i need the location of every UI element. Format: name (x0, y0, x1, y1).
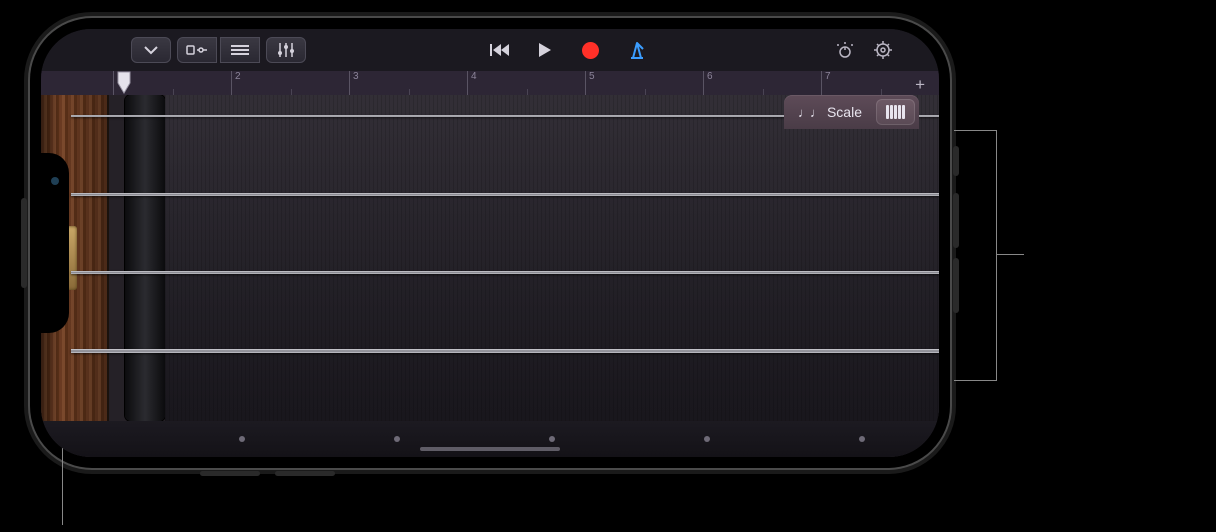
fret-cell (320, 421, 475, 457)
fret-dot-icon (239, 436, 245, 442)
bottom-grille-left (200, 471, 260, 476)
volume-down-button[interactable] (953, 258, 959, 313)
volume-up-button[interactable] (953, 193, 959, 248)
fret-cell (629, 421, 784, 457)
power-button[interactable] (21, 198, 27, 288)
note-mode-bar: ♩♩ Scale (784, 95, 919, 129)
callout-line (954, 380, 996, 381)
instrument-neck[interactable] (165, 95, 939, 421)
track-controls-button[interactable] (266, 37, 306, 63)
ruler-mark: 4 (467, 71, 585, 95)
rewind-icon (489, 43, 509, 57)
playhead-icon (117, 71, 131, 95)
play-icon (538, 42, 552, 58)
browser-button[interactable] (177, 37, 217, 63)
song-menu-button[interactable] (131, 37, 171, 63)
scale-icon: ♩♩ (798, 105, 822, 120)
fret-cell (784, 421, 939, 457)
master-effects-button[interactable] (829, 37, 861, 63)
list-icon (230, 44, 250, 56)
string-3[interactable] (71, 271, 939, 274)
scale-label: Scale (827, 104, 862, 120)
instrument-bridge (125, 95, 165, 421)
screen: 1 2 3 4 5 6 7 + ♩♩ Scale (41, 29, 939, 457)
go-to-start-button[interactable] (483, 37, 515, 63)
play-button[interactable] (529, 37, 561, 63)
string-2[interactable] (71, 193, 939, 196)
home-indicator[interactable] (420, 447, 560, 451)
song-settings-button[interactable] (867, 37, 899, 63)
callout-line (996, 254, 1024, 255)
device-notch (41, 153, 69, 333)
fret-cell (475, 421, 630, 457)
metronome-button[interactable] (621, 37, 653, 63)
control-bar (41, 29, 939, 71)
record-button[interactable] (575, 37, 607, 63)
view-button-group (177, 37, 260, 63)
scale-button[interactable]: ♩♩ Scale (788, 99, 872, 125)
callout-line (996, 130, 997, 381)
transport-controls (483, 37, 653, 63)
ruler-mark: 5 (585, 71, 703, 95)
keyboard-icon (886, 105, 905, 119)
gear-icon (873, 40, 893, 60)
keyboard-mode-button[interactable] (876, 99, 915, 125)
ruler-mark: 6 (703, 71, 821, 95)
browser-icon (186, 43, 208, 57)
bottom-grille-right (275, 471, 335, 476)
add-section-button[interactable]: + (915, 75, 925, 95)
metronome-icon (627, 41, 647, 59)
dial-icon (834, 41, 856, 59)
string-4[interactable] (71, 349, 939, 353)
fret-dot-icon (859, 436, 865, 442)
ruler-mark: 2 (231, 71, 349, 95)
tracks-view-button[interactable] (220, 37, 260, 63)
playhead[interactable] (117, 71, 131, 95)
ruler-mark: 3 (349, 71, 467, 95)
mixer-icon (277, 42, 295, 58)
callout-line (954, 130, 996, 131)
fret-dot-icon (394, 436, 400, 442)
phone-device-frame: 1 2 3 4 5 6 7 + ♩♩ Scale (30, 18, 950, 468)
fret-dot-icon (704, 436, 710, 442)
fret-marker-strip (41, 421, 939, 457)
fret-cell (165, 421, 320, 457)
chevron-down-icon (144, 45, 158, 55)
mute-switch[interactable] (953, 146, 959, 176)
record-icon (582, 42, 599, 59)
timeline-ruler[interactable]: 1 2 3 4 5 6 7 (41, 71, 939, 95)
fret-dot-icon (549, 436, 555, 442)
instrument-touch-area (41, 95, 939, 457)
